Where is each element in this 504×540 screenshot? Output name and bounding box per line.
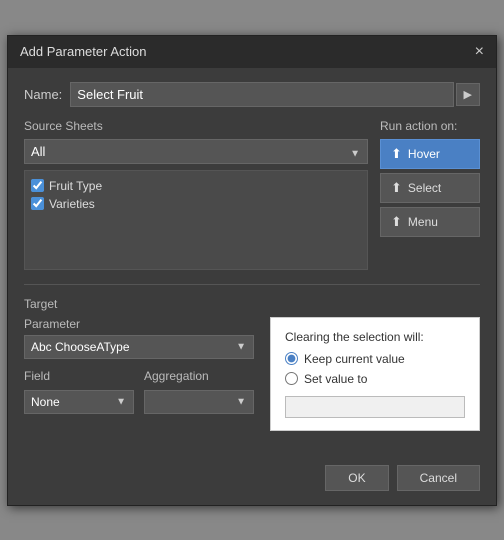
run-action-hover-button[interactable]: ⬆ Hover (380, 139, 480, 169)
sheet-checkbox-varieties[interactable] (31, 197, 44, 210)
radio-set-label: Set value to (304, 372, 367, 386)
ok-button[interactable]: OK (325, 465, 388, 491)
run-action-label: Run action on: (380, 119, 480, 133)
source-sheets-label: Source Sheets (24, 119, 368, 133)
clearing-panel: Clearing the selection will: Keep curren… (270, 317, 480, 431)
target-label: Target (24, 297, 480, 311)
sheet-item-fruit-type: Fruit Type (31, 177, 361, 195)
parameter-dropdown[interactable]: Abc ChooseAType (24, 335, 254, 359)
field-col: Field None (24, 369, 134, 414)
aggregation-dropdown[interactable] (144, 390, 254, 414)
target-left: Parameter Abc ChooseAType Field None (24, 317, 254, 414)
source-sheets-dropdown-wrapper: All (24, 139, 368, 170)
close-button[interactable]: × (475, 44, 484, 60)
parameter-dropdown-wrapper: Abc ChooseAType (24, 335, 254, 359)
radio-keep-label: Keep current value (304, 352, 405, 366)
cancel-button[interactable]: Cancel (397, 465, 480, 491)
agg-dropdown-wrapper (144, 390, 254, 414)
radio-set[interactable] (285, 372, 298, 385)
menu-label: Menu (408, 215, 438, 229)
sheet-label-fruit-type: Fruit Type (49, 179, 102, 193)
target-section: Target Parameter Abc ChooseAType Field (24, 297, 480, 431)
target-row: Parameter Abc ChooseAType Field None (24, 317, 480, 431)
radio-keep[interactable] (285, 352, 298, 365)
source-sheets-dropdown[interactable]: All (24, 139, 368, 164)
add-parameter-action-dialog: Add Parameter Action × Name: ▶ Source Sh… (7, 35, 497, 506)
name-arrow-button[interactable]: ▶ (456, 83, 480, 106)
parameter-label: Parameter (24, 317, 254, 331)
name-input[interactable] (70, 82, 453, 107)
name-row: Name: ▶ (24, 82, 480, 107)
radio-keep-row: Keep current value (285, 352, 465, 366)
run-action-select-button[interactable]: ⬆ Select (380, 173, 480, 203)
sheet-checkbox-fruit-type[interactable] (31, 179, 44, 192)
source-sheets-section: Source Sheets All Fruit Type Varieties (24, 119, 480, 270)
menu-icon: ⬆ (391, 214, 402, 230)
field-dropdown[interactable]: None (24, 390, 134, 414)
select-icon: ⬆ (391, 180, 402, 196)
select-label: Select (408, 181, 441, 195)
radio-set-row: Set value to (285, 372, 465, 386)
agg-col: Aggregation (144, 369, 254, 414)
dialog-body: Name: ▶ Source Sheets All Fruit Type (8, 68, 496, 455)
dialog-title: Add Parameter Action (20, 44, 146, 59)
title-bar: Add Parameter Action × (8, 36, 496, 68)
field-agg-row: Field None Aggregation (24, 369, 254, 414)
source-sheets-left: Source Sheets All Fruit Type Varieties (24, 119, 368, 270)
aggregation-label: Aggregation (144, 369, 254, 383)
dialog-footer: OK Cancel (8, 455, 496, 505)
field-dropdown-wrapper: None (24, 390, 134, 414)
sheet-item-varieties: Varieties (31, 195, 361, 213)
sheets-list: Fruit Type Varieties (24, 170, 368, 270)
hover-label: Hover (408, 147, 440, 161)
sheet-label-varieties: Varieties (49, 197, 95, 211)
hover-icon: ⬆ (391, 146, 402, 162)
set-value-input[interactable] (285, 396, 465, 418)
clearing-title: Clearing the selection will: (285, 330, 465, 344)
name-label: Name: (24, 87, 62, 102)
field-label: Field (24, 369, 134, 383)
run-action-section: Run action on: ⬆ Hover ⬆ Select ⬆ Menu (380, 119, 480, 270)
section-divider (24, 284, 480, 285)
run-action-menu-button[interactable]: ⬆ Menu (380, 207, 480, 237)
